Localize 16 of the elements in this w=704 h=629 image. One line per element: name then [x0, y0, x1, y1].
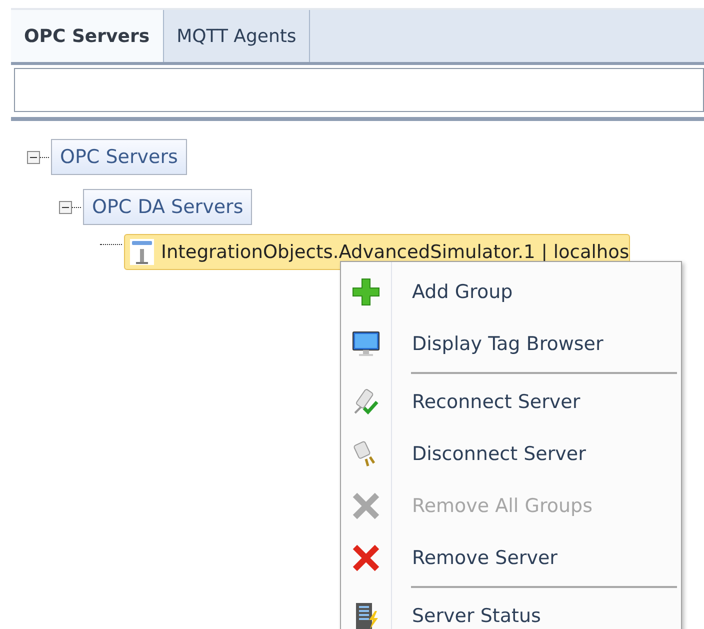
server-icon [129, 238, 155, 266]
monitor-icon [351, 329, 381, 359]
plus-icon [351, 277, 381, 307]
filter-field[interactable] [14, 68, 704, 112]
collapse-toggle[interactable] [27, 150, 40, 164]
menu-item[interactable]: Remove Server [341, 532, 681, 584]
menu-item[interactable]: Display Tag Browser [341, 318, 681, 370]
tab[interactable]: OPC Servers [11, 10, 164, 62]
cross-icon [351, 491, 381, 521]
tree-node[interactable]: OPC Servers [51, 139, 187, 175]
menu-item[interactable]: Disconnect Server [341, 428, 681, 480]
collapse-toggle[interactable] [59, 200, 72, 214]
menu-item[interactable]: Reconnect Server [341, 376, 681, 428]
tree-node[interactable]: OPC DA Servers [83, 189, 252, 225]
cross-icon [351, 543, 381, 573]
menu-item[interactable]: Server Status [341, 590, 681, 629]
